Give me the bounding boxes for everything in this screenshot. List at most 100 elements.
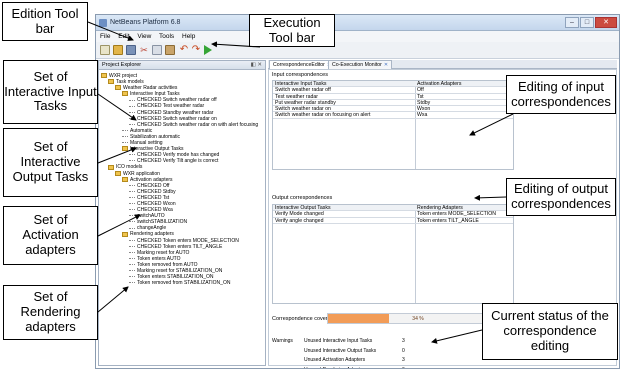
- tree-branch-icon: [129, 239, 135, 241]
- tree-item-label: changeAngle: [137, 225, 167, 232]
- folder-icon: [108, 164, 114, 170]
- close-button[interactable]: ✕: [595, 17, 617, 28]
- tree-item-label: CHECKED Wxa: [137, 207, 173, 214]
- tree-item-label: Task models: [116, 79, 144, 86]
- tree-item-label: Rendering adapters: [130, 231, 174, 238]
- tree-branch-icon: [129, 257, 135, 259]
- input-correspondence-table[interactable]: Interactive Input Tasks Activation Adapt…: [272, 80, 514, 170]
- menu-tools[interactable]: Tools: [159, 33, 174, 40]
- open-folder-icon[interactable]: [113, 45, 123, 55]
- callout-interactive-input: Set of Interactive Input Tasks: [3, 60, 98, 124]
- tree-branch-icon: [122, 136, 128, 138]
- copy-icon[interactable]: [152, 45, 162, 55]
- warning-row: Unused Interactive Input Tasks 3: [304, 338, 405, 344]
- tree-branch-icon: [129, 160, 135, 162]
- project-explorer-title: Project Explorer: [102, 62, 142, 68]
- tab-correspondence-editor[interactable]: CorrespondenceEditor✕: [269, 60, 336, 69]
- tree-item-label: Interactive Output Tasks: [130, 146, 184, 153]
- tree-item-label: CHECKED Switch weather radar on with ale…: [137, 121, 259, 128]
- warning-row: Unused Activation Adapters 3: [304, 357, 405, 363]
- output-correspondence-table[interactable]: Interactive Output Tasks Rendering Adapt…: [272, 204, 514, 304]
- adapter-cell[interactable]: Wxa: [417, 112, 427, 118]
- warnings-label: Warnings: [272, 338, 293, 344]
- panel-controls[interactable]: ◧ ✕: [251, 61, 262, 70]
- tree-item-label: Token enters AUTO: [137, 255, 181, 262]
- tree-item-label: CHECKED Token enters MODE_SELECTION: [137, 237, 239, 244]
- callout-current-status: Current status of the correspondence edi…: [482, 303, 618, 360]
- tree-item-label: switchAUTO: [137, 213, 165, 220]
- tree-branch-icon: [129, 154, 135, 156]
- run-icon[interactable]: [204, 45, 212, 55]
- netbeans-app-icon: [99, 19, 107, 27]
- tree-branch-icon: [129, 105, 135, 107]
- minimize-button[interactable]: –: [565, 17, 579, 28]
- tree-item-label: CHECKED Stdby: [137, 188, 176, 195]
- maximize-button[interactable]: □: [580, 17, 594, 28]
- tree-item-label: Automatic: [130, 127, 153, 134]
- tree-item-label: Weather Radar activities: [123, 85, 178, 92]
- tree-branch-icon: [129, 282, 135, 284]
- redo-icon[interactable]: ↷: [191, 45, 201, 55]
- tree-item-label: CHECKED Token enters TILT_ANGLE: [137, 243, 223, 250]
- callout-edition-toolbar: Edition Tool bar: [2, 2, 88, 41]
- adapter-cell[interactable]: Token enters TILT_ANGLE: [417, 218, 479, 224]
- menu-help[interactable]: Help: [182, 33, 195, 40]
- callout-rendering-adapters: Set of Rendering adapters: [3, 285, 98, 340]
- project-tree: WXR project Task models Weather Radar acti…: [99, 70, 265, 286]
- tree-item-label: ICO models: [116, 164, 143, 171]
- tree-item-label: CHECKED Verify mode has changed: [137, 152, 220, 159]
- tree-branch-icon: [129, 197, 135, 199]
- tree-branch-icon: [122, 130, 128, 132]
- tree-item-label: CHECKED Switch weather radar on: [137, 115, 217, 122]
- undo-icon[interactable]: ↶: [179, 45, 189, 55]
- project-explorer-header: Project Explorer ◧ ✕: [99, 61, 265, 70]
- coverage-percent: 34 %: [412, 316, 424, 322]
- window-controls: – □ ✕: [565, 17, 617, 28]
- tree-branch-icon: [129, 209, 135, 211]
- tree-item-label: CHECKED Off: [137, 182, 170, 189]
- folder-icon: [122, 231, 128, 237]
- tab-co-execution-monitor[interactable]: Co-Execution Monitor ✕: [328, 60, 393, 69]
- tree-item-label: Activation adapters: [130, 176, 173, 183]
- tree-item[interactable]: Token removed from STABILIZATION_ON: [101, 280, 265, 286]
- tree-branch-icon: [129, 190, 135, 192]
- callout-editing-input: Editing of input correspondences: [506, 75, 616, 114]
- tab-label: CorrespondenceEditor: [273, 62, 325, 68]
- tree-branch-icon: [129, 270, 135, 272]
- tree-branch-icon: [129, 203, 135, 205]
- new-file-icon[interactable]: [100, 45, 110, 55]
- tree-branch-icon: [129, 264, 135, 266]
- warning-count: 3: [402, 357, 405, 363]
- tree-item-label: Token removed from AUTO: [137, 261, 198, 268]
- tree-branch-icon: [129, 99, 135, 101]
- close-tab-icon[interactable]: ✕: [384, 62, 388, 68]
- tree-item-label: Interactive Input Tasks: [130, 91, 180, 98]
- tree-branch-icon: [129, 227, 135, 229]
- warning-count: 0: [402, 347, 405, 354]
- warning-label: Unused Interactive Output Tasks: [304, 347, 377, 354]
- save-icon[interactable]: [126, 45, 136, 55]
- paste-icon[interactable]: [165, 45, 175, 55]
- folder-icon: [122, 91, 128, 97]
- callout-activation-adapters: Set of Activation adapters: [3, 206, 98, 265]
- title-bar: NetBeans Platform 6.8 – □ ✕: [96, 15, 619, 31]
- menu-edit[interactable]: Edit: [118, 33, 129, 40]
- table-row[interactable]: Verify angle changed Token enters TILT_AN…: [273, 218, 513, 224]
- tree-item-label: CHECKED Tst: [137, 194, 170, 201]
- folder-icon: [101, 73, 107, 79]
- output-correspondences-title: Output correspondences: [272, 195, 333, 201]
- tree-item-label: CHECKED Verify Tilt angle is correct: [137, 158, 219, 165]
- menu-file[interactable]: File: [100, 33, 110, 40]
- table-row[interactable]: Switch weather radar on focusing on aler…: [273, 112, 513, 119]
- cut-icon[interactable]: ✂: [139, 45, 149, 55]
- folder-icon: [115, 85, 121, 91]
- tree-item-label: Marking reset for STABILIZATION_ON: [137, 268, 223, 274]
- tree-item-label: CHECKED Test weather radar: [137, 103, 205, 110]
- tree-branch-icon: [129, 123, 135, 125]
- tree-item-label: Marking reset for AUTO: [137, 249, 190, 256]
- task-cell: Verify angle changed: [275, 217, 324, 224]
- tree-item-label: switchSTABILIZATION: [137, 219, 188, 226]
- menu-view[interactable]: View: [137, 33, 151, 40]
- tree-item-label: WXR application: [123, 170, 160, 177]
- tree-branch-icon: [129, 111, 135, 113]
